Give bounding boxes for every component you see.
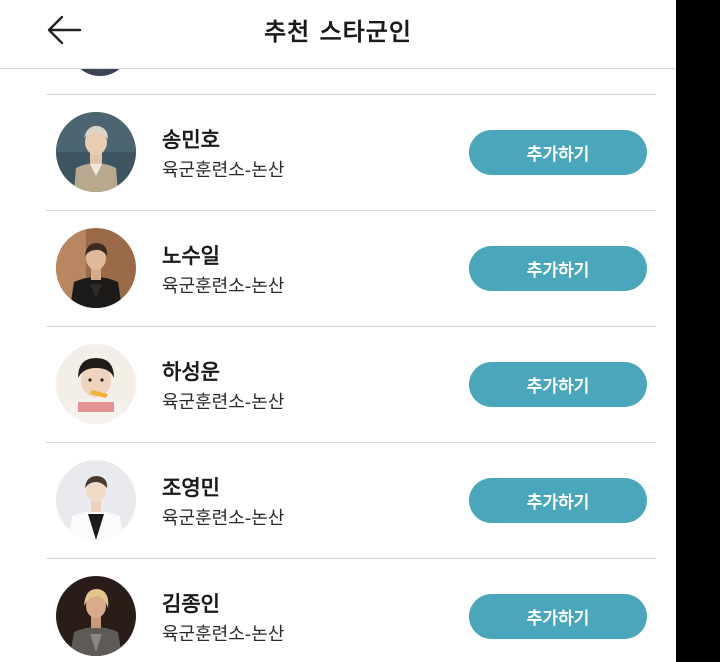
avatar[interactable] <box>56 576 136 656</box>
avatar[interactable] <box>56 460 136 540</box>
recommendation-list: 송민호 육군훈련소-논산 추가하기 노수일 육군훈련소-논산 추가하기 하성운 … <box>46 94 656 662</box>
list-item[interactable]: 하성운 육군훈련소-논산 추가하기 <box>46 326 656 442</box>
list-item[interactable]: 김종인 육군훈련소-논산 추가하기 <box>46 558 656 662</box>
star-name: 김종인 <box>162 592 220 616</box>
list-item[interactable]: 송민호 육군훈련소-논산 추가하기 <box>46 94 656 210</box>
unit-label: 육군훈련소-논산 <box>162 160 285 181</box>
unit-label: 육군훈련소-논산 <box>162 276 285 297</box>
unit-label: 육군훈련소-논산 <box>162 392 285 413</box>
add-button[interactable]: 추가하기 <box>469 594 647 639</box>
add-button[interactable]: 추가하기 <box>469 478 647 523</box>
add-button[interactable]: 추가하기 <box>469 246 647 291</box>
star-name: 하성운 <box>162 360 220 384</box>
list-item[interactable]: 조영민 육군훈련소-논산 추가하기 <box>46 442 656 558</box>
unit-label: 육군훈련소-논산 <box>162 508 285 529</box>
app-screen: 추천 스타군인 송민호 육군훈련소-논산 추가하기 노수일 육군훈련소-논산 추… <box>0 0 676 662</box>
star-name: 조영민 <box>162 476 220 500</box>
avatar[interactable] <box>56 344 136 424</box>
header-bar: 추천 스타군인 <box>0 0 676 69</box>
list-item[interactable]: 노수일 육군훈련소-논산 추가하기 <box>46 210 656 326</box>
avatar[interactable] <box>56 228 136 308</box>
add-button[interactable]: 추가하기 <box>469 362 647 407</box>
page-title: 추천 스타군인 <box>264 18 412 46</box>
unit-label: 육군훈련소-논산 <box>162 624 285 645</box>
star-name: 노수일 <box>162 244 220 268</box>
star-name: 송민호 <box>162 128 220 152</box>
add-button[interactable]: 추가하기 <box>469 130 647 175</box>
avatar[interactable] <box>56 112 136 192</box>
